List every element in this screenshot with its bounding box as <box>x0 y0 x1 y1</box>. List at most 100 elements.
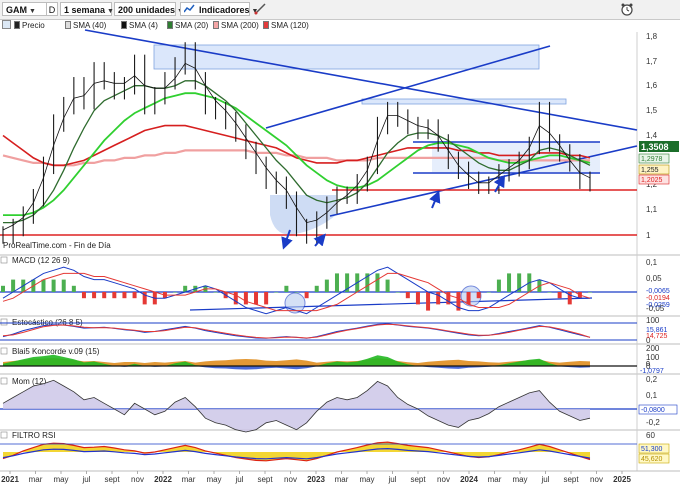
x-tick-label: mar <box>29 475 43 484</box>
x-tick-label: mar <box>335 475 349 484</box>
macd-histogram-bar <box>466 292 471 305</box>
macd-histogram-bar <box>588 292 592 293</box>
x-tick-label: sept <box>410 475 426 484</box>
y-tick-label: 0,2 <box>646 375 658 384</box>
x-axis: 2021 mar may jul sept nov 2022 mar may jul sept nov… <box>1 471 631 484</box>
rsi-filter-panel[interactable]: FILTRO RSI 60 51,300 45,620 <box>0 431 670 464</box>
macd-badge: -0,0259 <box>646 302 670 309</box>
macd-histogram-bar <box>243 292 248 305</box>
macd-histogram-bar <box>264 292 269 305</box>
source-text: ProRealTime.com - Fin de Día <box>3 241 111 250</box>
stoch-badge: 14,725 <box>646 333 668 340</box>
sma4-value: 1,255 <box>641 167 659 174</box>
panel-toggle-icon[interactable] <box>0 256 8 264</box>
macd-histogram-bar <box>547 292 552 293</box>
panel-toggle-icon[interactable] <box>0 431 8 439</box>
x-tick-label: jul <box>540 475 549 484</box>
units-selector[interactable]: 200 unidades▼ <box>114 2 184 16</box>
macd-histogram-bar <box>112 292 117 299</box>
x-tick-label: may <box>53 475 68 484</box>
indicators-icon <box>183 4 195 14</box>
period-selector[interactable]: 1 semana ▼ <box>60 2 114 16</box>
y-tick-label: 0,1 <box>646 258 658 267</box>
panel-toggle-icon[interactable] <box>0 318 8 326</box>
macd-panel[interactable]: MACD (12 26 9) 0,1 0,05 -0,05 -0,0065 -0… <box>0 256 670 315</box>
x-tick-label: 2023 <box>307 475 325 484</box>
price-y-axis: 1,8 1,7 1,6 1,5 1,4 1,2 1,1 1 <box>646 32 658 240</box>
x-tick-label: may <box>206 475 221 484</box>
macd-histogram-bar <box>496 279 501 292</box>
macd-histogram-bar <box>173 292 178 293</box>
macd-histogram-bar <box>314 285 319 292</box>
y-tick-label: 1,8 <box>646 32 658 41</box>
x-tick-label: nov <box>284 475 297 484</box>
chart-window: GAM▼ D 1 semana▼ 200 unidades▼ Indicador… <box>0 0 680 485</box>
sma40-value: 1,2025 <box>641 177 663 184</box>
d-label: D <box>48 5 56 15</box>
macd-histogram-bar <box>41 279 46 292</box>
panel-toggle-icon[interactable] <box>0 347 8 355</box>
macd-histogram-bar <box>92 292 97 299</box>
macd-histogram-bar <box>284 285 289 292</box>
x-tick-label: mar <box>182 475 196 484</box>
x-tick-label: sept <box>563 475 579 484</box>
macd-histogram-bar <box>405 292 410 299</box>
units-label: 200 unidades <box>118 5 176 15</box>
y-tick-label: 1 <box>646 231 651 240</box>
macd-badge: -0,0194 <box>646 295 670 302</box>
macd-histogram-bar <box>254 292 259 305</box>
rsi-series-group <box>0 441 637 462</box>
y-tick-label: 100 <box>646 316 660 325</box>
panel-name: MACD (12 26 9) <box>12 256 70 265</box>
indicators-button[interactable]: Indicadores ▼ <box>180 2 258 16</box>
macd-histogram-bar <box>385 279 390 292</box>
macd-histogram-bar <box>274 292 279 293</box>
macd-histogram-bar <box>132 292 137 299</box>
sma20-value: 1,2978 <box>641 156 663 163</box>
macd-histogram-bar <box>81 292 86 299</box>
koncorde-badge: -1,0797 <box>640 368 664 375</box>
y-tick-label: 1,1 <box>646 205 658 214</box>
y-tick-label: 60 <box>646 431 655 440</box>
instrument-selector[interactable]: GAM ▼ <box>2 2 52 16</box>
stochastic-panel[interactable]: Estocástico (26 8 5) 100 0 15,861 14,725 <box>0 316 668 345</box>
macd-histogram-bar <box>102 292 107 299</box>
zone-rect[interactable] <box>361 98 567 105</box>
x-tick-label: may <box>512 475 527 484</box>
koncorde-panel[interactable]: Blai5 Koncorde v.09 (15) 200 100 0 0 -1,… <box>0 344 664 375</box>
chart-svg[interactable]: ProRealTime.com - Fin de Día 1,8 1,7 1,6… <box>0 20 680 485</box>
stoch-series-group <box>2 323 591 339</box>
x-tick-label: sept <box>257 475 273 484</box>
macd-histogram-bar <box>507 273 512 292</box>
macd-histogram-bar <box>334 273 339 292</box>
macd-histogram-bar <box>294 292 299 293</box>
x-tick-label: jul <box>81 475 90 484</box>
y-tick-label: 1,6 <box>646 81 658 90</box>
x-tick-label: jul <box>234 475 243 484</box>
macd-histogram-bar <box>122 292 127 299</box>
macd-histogram-bar <box>213 292 218 293</box>
macd-histogram-bar <box>71 285 76 292</box>
koncorde-badge: 0 <box>646 361 650 368</box>
alarm-clock-icon[interactable] <box>620 2 634 16</box>
chevron-down-icon: ▼ <box>29 8 36 15</box>
koncorde-series-group <box>0 354 637 370</box>
draw-tools-icon[interactable] <box>253 2 267 16</box>
momentum-badge-text: -0,0800 <box>641 407 665 414</box>
momentum-panel[interactable]: Mom (12) 0,2 0,1 -0,2 -0,0800 <box>0 375 678 433</box>
macd-histogram-bar <box>476 292 481 299</box>
stoch-d-line <box>2 323 591 339</box>
y-tick-label: 0,1 <box>646 391 658 400</box>
momentum-series-group <box>2 379 591 433</box>
rsi-badge-text: 51,300 <box>641 446 663 453</box>
macd-histogram-bar <box>486 292 491 293</box>
macd-trend-line[interactable] <box>189 297 593 311</box>
d-button[interactable]: D <box>46 2 58 16</box>
macd-histogram-bar <box>324 279 329 292</box>
panel-toggle-icon[interactable] <box>0 377 8 385</box>
x-tick-label: 2025 <box>613 475 631 484</box>
stoch-k-line <box>2 323 591 339</box>
x-tick-label: mar <box>488 475 502 484</box>
y-tick-label: -0,2 <box>646 418 660 427</box>
macd-histogram-bar <box>426 292 431 311</box>
